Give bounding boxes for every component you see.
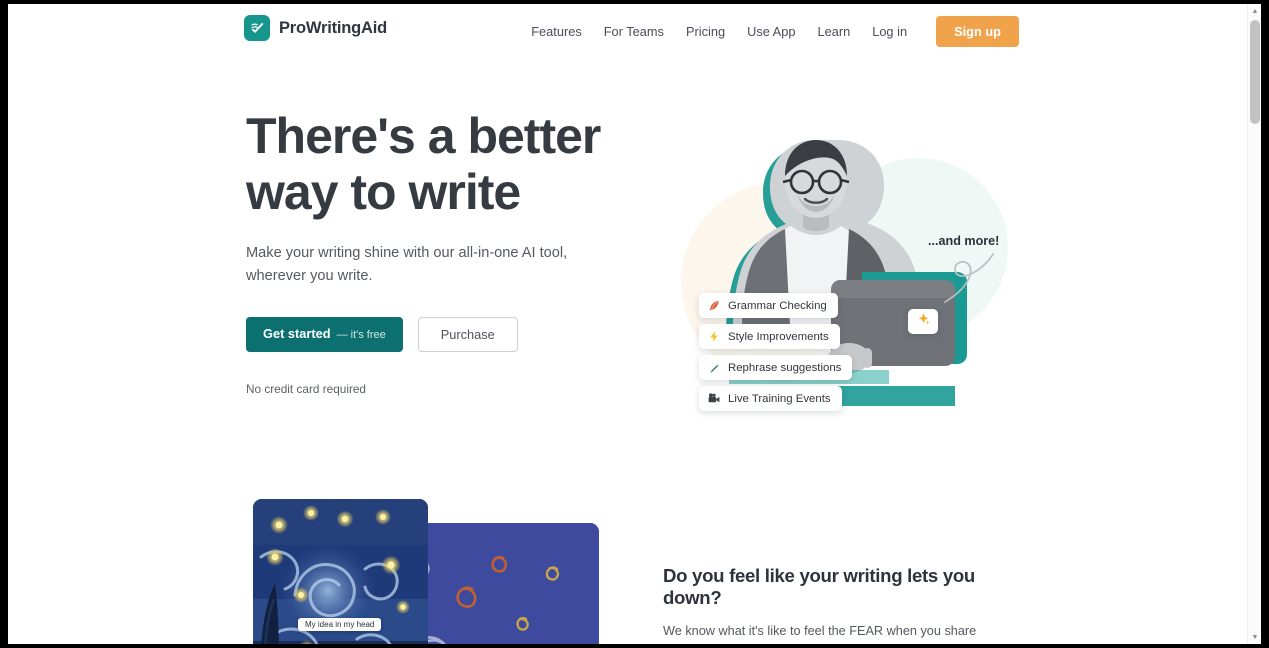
main-navigation: Features For Teams Pricing Use App Learn… <box>520 16 1019 47</box>
nav-link-use-app[interactable]: Use App <box>736 19 806 44</box>
starry-night-panel: My idea in my head <box>253 499 428 644</box>
feature-pill-rephrase-suggestions: Rephrase suggestions <box>699 355 853 380</box>
and-more-label: ...and more! <box>928 234 1000 248</box>
sparkle-icon <box>916 312 931 332</box>
get-started-button[interactable]: Get started — it's free <box>246 317 403 352</box>
get-started-note: — it's free <box>336 329 386 341</box>
hero-copy: There's a better way to write Make your … <box>246 108 646 396</box>
squiggle-connector-icon <box>944 253 994 303</box>
writing-lets-you-down-section: My idea in my head Do you feel like your… <box>8 480 1247 644</box>
browser-window: ProWritingAid Features For Teams Pricing… <box>8 4 1261 644</box>
hero-actions: Get started — it's free Purchase <box>246 317 646 352</box>
magic-wand-icon <box>707 361 721 375</box>
feature-pill-label: Style Improvements <box>728 330 829 343</box>
nav-link-learn[interactable]: Learn <box>806 19 861 44</box>
scroll-up-arrow[interactable]: ▲ <box>1248 4 1261 18</box>
scrollbar-thumb[interactable] <box>1250 20 1260 124</box>
artwork-comparison-panels: My idea in my head <box>253 499 599 644</box>
feature-pill-live-training-events: Live Training Events <box>699 386 842 411</box>
feather-pen-icon <box>707 299 721 313</box>
hero-title: There's a better way to write <box>246 108 601 220</box>
site-header: ProWritingAid Features For Teams Pricing… <box>8 4 1247 60</box>
video-camera-icon <box>707 392 721 406</box>
hero-illustration: Grammar Checking Style Improvements Reph… <box>663 98 1023 428</box>
sparkle-badge <box>908 309 938 334</box>
idea-in-my-head-label: My idea in my head <box>298 618 382 631</box>
purchase-label: Purchase <box>440 327 495 342</box>
feature-pill-label: Live Training Events <box>728 392 831 405</box>
sign-up-button[interactable]: Sign up <box>936 16 1019 47</box>
scroll-down-arrow[interactable]: ▼ <box>1248 630 1261 644</box>
nav-link-log-in[interactable]: Log in <box>861 19 918 44</box>
hero-subtitle: Make your writing shine with our all-in-… <box>246 245 568 284</box>
page-viewport: ProWritingAid Features For Teams Pricing… <box>8 4 1247 644</box>
lightning-bolt-icon <box>707 330 721 344</box>
nav-link-for-teams[interactable]: For Teams <box>593 19 675 44</box>
section-two-title: Do you feel like your writing lets you d… <box>663 565 975 608</box>
purchase-button[interactable]: Purchase <box>417 317 518 352</box>
nav-link-features[interactable]: Features <box>520 19 593 44</box>
section-two-body: We know what it's like to feel the FEAR … <box>663 624 977 638</box>
get-started-label: Get started <box>263 326 331 341</box>
brand-name: ProWritingAid <box>279 18 388 37</box>
feature-pill-label: Rephrase suggestions <box>728 361 842 374</box>
nav-link-pricing[interactable]: Pricing <box>675 19 736 44</box>
vertical-scrollbar[interactable]: ▲ ▼ <box>1247 4 1261 644</box>
feature-pill-label: Grammar Checking <box>728 299 827 312</box>
hero-section: There's a better way to write Make your … <box>8 60 1247 480</box>
section-two-copy: Do you feel like your writing lets you d… <box>663 565 1018 644</box>
feature-pill-style-improvements: Style Improvements <box>699 324 840 349</box>
book-check-logo-icon <box>244 15 270 41</box>
brand-logo[interactable]: ProWritingAid <box>244 15 387 41</box>
feature-pill-grammar-checking: Grammar Checking <box>699 293 838 318</box>
no-credit-card-note: No credit card required <box>246 382 366 396</box>
